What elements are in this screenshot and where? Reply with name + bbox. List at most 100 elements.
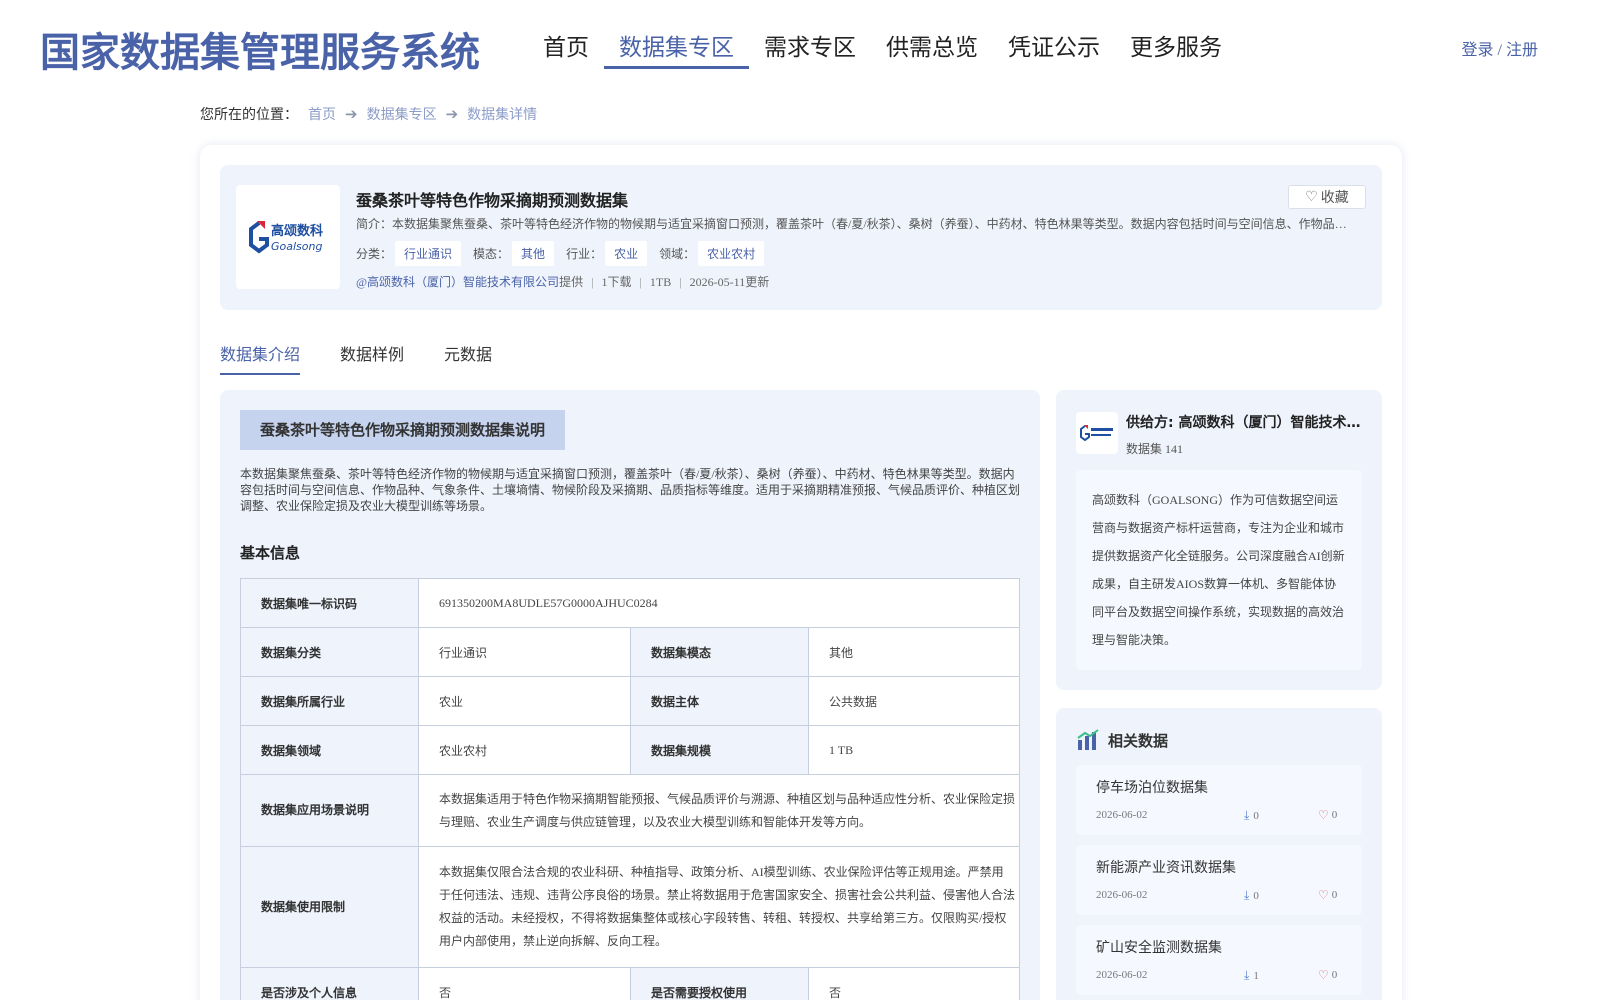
introduction-panel: 蚕桑茶叶等特色作物采摘期预测数据集说明 本数据集聚焦蚕桑、茶叶等特色经济作物的物…: [220, 390, 1040, 1000]
list-item[interactable]: 新能源产业资讯数据集 2026-06-02 ⤓ 0 ♡ 0: [1076, 845, 1362, 915]
table-key: 数据集分类: [240, 627, 419, 677]
table-value: 本数据集适用于特色作物采摘期智能预报、气候品质评价与溯源、种植区划与品种适应性分…: [418, 774, 1020, 847]
list-item[interactable]: 矿山安全监测数据集 2026-06-02 ⤓ 1 ♡ 0: [1076, 925, 1362, 995]
like-count: 0: [1331, 809, 1338, 821]
favorite-button[interactable]: ♡ 收藏: [1288, 185, 1366, 209]
tab-metadata[interactable]: 元数据: [444, 341, 492, 375]
table-key: 数据集模态: [630, 627, 809, 677]
site-title[interactable]: 国家数据集管理服务系统: [40, 20, 480, 78]
heart-outline-icon: ♡: [1318, 888, 1329, 902]
goalsong-logo-icon: [1080, 425, 1113, 442]
tag-modality[interactable]: 其他: [512, 241, 555, 266]
download-count: 1下载: [601, 275, 632, 289]
tab-introduction[interactable]: 数据集介绍: [220, 341, 301, 375]
goalsong-logo-icon: 高颂数科 Goalsong: [249, 221, 323, 254]
heart-outline-icon: ♡: [1318, 968, 1329, 982]
related-item-likes[interactable]: ♡ 0: [1318, 808, 1337, 822]
breadcrumb-label: 您所在的位置：: [200, 108, 298, 123]
related-item-likes[interactable]: ♡ 0: [1318, 888, 1337, 902]
tag-category[interactable]: 行业通识: [395, 241, 462, 266]
table-key: 数据集使用限制: [240, 846, 419, 968]
related-title: 相关数据: [1108, 731, 1169, 750]
table-key: 数据集唯一标识码: [240, 578, 419, 628]
dataset-size: 1TB: [649, 275, 672, 289]
dataset-detail-card: 高颂数科 Goalsong 蚕桑茶叶等特色作物采摘期预测数据集 ♡ 收藏 简介：…: [200, 145, 1402, 1000]
table-key: 是否涉及个人信息: [240, 967, 419, 1000]
table-value: 农业农村: [418, 725, 631, 775]
nav-item-certificates[interactable]: 凭证公示: [1008, 28, 1100, 68]
download-icon: ⤓: [1244, 888, 1250, 902]
table-row: 是否涉及个人信息 否 是否需要授权使用 否: [240, 967, 1020, 1000]
arrow-right-icon: ➔: [445, 105, 459, 123]
like-count: 0: [1331, 889, 1338, 901]
table-value: 农业: [418, 676, 631, 726]
download-count: 0: [1253, 889, 1259, 902]
login-register-link[interactable]: 登录 / 注册: [1462, 36, 1538, 60]
table-key: 是否需要授权使用: [630, 967, 809, 1000]
bar-chart-icon: [1077, 729, 1099, 750]
tag-industry[interactable]: 农业: [605, 241, 648, 266]
nav-item-demands[interactable]: 需求专区: [764, 28, 856, 68]
top-header: 国家数据集管理服务系统 首页 数据集专区 需求专区 供需总览 凭证公示 更多服务…: [0, 0, 1600, 88]
dataset-header: 高颂数科 Goalsong 蚕桑茶叶等特色作物采摘期预测数据集 ♡ 收藏 简介：…: [220, 165, 1382, 310]
table-key: 数据集应用场景说明: [240, 774, 419, 847]
update-date: 2026-05-11更新: [689, 275, 770, 289]
favorite-label: 收藏: [1320, 191, 1349, 206]
supplier-logo[interactable]: [1076, 412, 1118, 454]
related-item-date: 2026-06-02: [1096, 969, 1148, 981]
detail-tabs: 数据集介绍 数据样例 元数据: [220, 341, 532, 375]
tag-label-industry: 行业：: [566, 247, 603, 261]
logo-text-cn: 高颂数科: [271, 223, 323, 239]
download-icon: ⤓: [1244, 808, 1250, 822]
related-item-name[interactable]: 新能源产业资讯数据集: [1096, 857, 1236, 877]
download-count: 0: [1253, 809, 1259, 822]
provider-link[interactable]: @高颂数科（厦门）智能技术有限公司: [356, 275, 559, 289]
table-key: 数据主体: [630, 676, 809, 726]
nav-item-more-services[interactable]: 更多服务: [1130, 28, 1222, 68]
list-item[interactable]: 停车场泊位数据集 2026-06-02 ⤓ 0 ♡ 0: [1076, 765, 1362, 835]
related-item-downloads: ⤓ 0: [1244, 888, 1259, 903]
tag-domain[interactable]: 农业农村: [698, 241, 765, 266]
related-item-downloads: ⤓ 1: [1244, 968, 1259, 983]
table-row: 数据集应用场景说明 本数据集适用于特色作物采摘期智能预报、气候品质评价与溯源、种…: [240, 774, 1020, 847]
table-value: 公共数据: [808, 676, 1020, 726]
breadcrumb-home[interactable]: 首页: [308, 104, 336, 124]
related-item-likes[interactable]: ♡ 0: [1318, 968, 1337, 982]
table-value: 本数据集仅限合法合规的农业科研、种植指导、政策分析、AI模型训练、农业保险评估等…: [418, 846, 1020, 968]
breadcrumb-datasets[interactable]: 数据集专区: [367, 104, 437, 124]
dataset-summary: 简介：本数据集聚焦蚕桑、茶叶等特色经济作物的物候期与适宜采摘窗口预测，覆盖茶叶（…: [356, 217, 1356, 231]
download-icon: ⤓: [1244, 968, 1250, 982]
table-row: 数据集使用限制 本数据集仅限合法合规的农业科研、种植指导、政策分析、AI模型训练…: [240, 846, 1020, 968]
heart-outline-icon: ♡: [1305, 189, 1318, 205]
related-item-date: 2026-06-02: [1096, 889, 1148, 901]
breadcrumb: 您所在的位置： 首页 ➔ 数据集专区 ➔ 数据集详情: [200, 104, 537, 124]
dataset-title: 蚕桑茶叶等特色作物采摘期预测数据集: [356, 191, 629, 210]
related-item-name[interactable]: 矿山安全监测数据集: [1096, 937, 1222, 957]
nav-item-home[interactable]: 首页: [543, 28, 589, 68]
intro-section-title: 蚕桑茶叶等特色作物采摘期预测数据集说明: [240, 410, 566, 450]
table-value: 否: [418, 967, 631, 1000]
dataset-provider-line: @高颂数科（厦门）智能技术有限公司提供 | 1下载 | 1TB | 2026-05-11更新: [356, 275, 770, 289]
provider-suffix: 提供: [559, 275, 584, 289]
intro-text: 本数据集聚焦蚕桑、茶叶等特色经济作物的物候期与适宜采摘窗口预测，覆盖茶叶（春/夏…: [240, 467, 1021, 513]
table-value: 1 TB: [808, 725, 1020, 775]
supplier-dataset-count: 数据集 141: [1126, 442, 1184, 456]
like-count: 0: [1331, 969, 1338, 981]
nav-item-datasets[interactable]: 数据集专区: [604, 28, 749, 69]
download-count: 1: [1253, 969, 1259, 982]
table-value: 其他: [808, 627, 1020, 677]
table-row: 数据集分类 行业通识 数据集模态 其他: [240, 627, 1020, 677]
breadcrumb-current: 数据集详情: [467, 108, 538, 123]
related-item-name[interactable]: 停车场泊位数据集: [1096, 777, 1208, 797]
supplier-name[interactable]: 供给方: 高颂数科（厦门）智能技术有限公司: [1126, 412, 1366, 432]
table-row: 数据集所属行业 农业 数据主体 公共数据: [240, 676, 1020, 726]
table-value: 691350200MA8UDLE57G0000AJHUC0284: [418, 578, 1020, 628]
tab-samples[interactable]: 数据样例: [340, 341, 404, 375]
dataset-logo: 高颂数科 Goalsong: [236, 185, 340, 289]
table-value: 否: [808, 967, 1020, 1000]
nav-item-overview[interactable]: 供需总览: [886, 28, 978, 68]
logo-text-en: Goalsong: [271, 240, 322, 253]
basic-info-title: 基本信息: [240, 544, 301, 562]
table-key: 数据集规模: [630, 725, 809, 775]
table-key: 数据集领域: [240, 725, 419, 775]
